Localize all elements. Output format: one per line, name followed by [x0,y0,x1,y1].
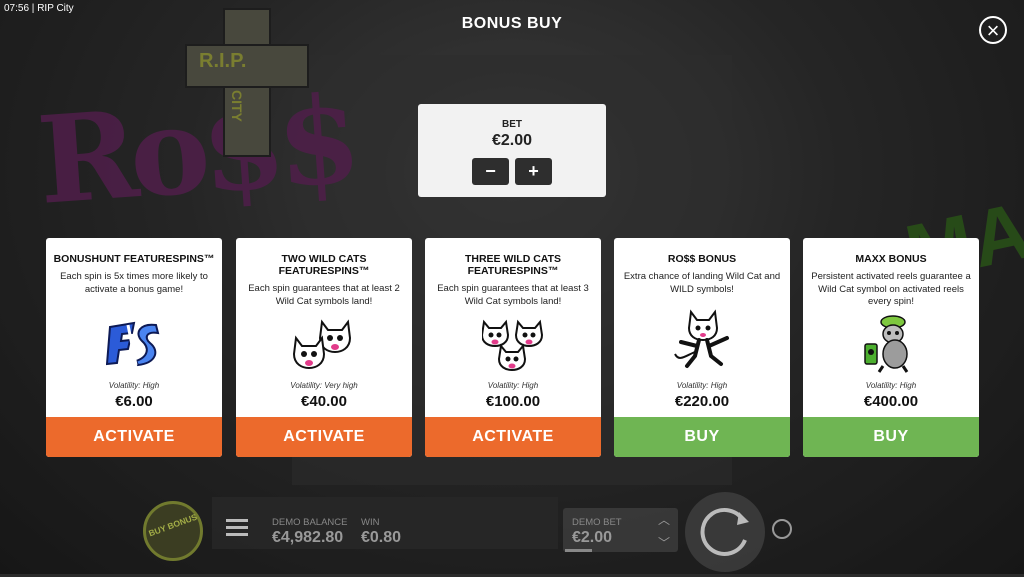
card-description: Extra chance of landing Wild Cat and WIL… [623,271,781,295]
card-title: BONUSHUNT FEATURESPINS™ [53,253,215,265]
card-description: Each spin guarantees that at least 2 Wil… [248,283,400,307]
buy-bonus-button[interactable]: BUY BONUS [143,501,203,561]
ross-cat-icon [671,308,733,375]
bet-label: BET [502,119,522,130]
activate-button[interactable]: ACTIVATE [46,417,222,457]
card-price: €100.00 [485,393,541,410]
activate-button[interactable]: ACTIVATE [425,417,601,457]
volatility-label: Volatility: High [108,381,160,390]
win-value: €0.80 [361,529,402,546]
buy-button[interactable]: BUY [614,417,790,457]
bet-value: €2.00 [491,132,533,149]
card-price: €6.00 [115,393,153,410]
card-description: Persistent activated reels guarantee a W… [811,271,971,307]
card-price: €40.00 [301,393,347,410]
card-title: RO$$ BONUS [667,253,737,265]
chevron-up-icon[interactable]: ︿ [658,511,670,528]
buy-button[interactable]: BUY [803,417,979,457]
demo-bet-label: DEMO BET [572,517,622,528]
bonus-card-bonushunt: BONUSHUNT FEATURESPINS™ Each spin is 5x … [46,238,222,457]
menu-icon[interactable] [226,519,248,537]
wild-cats-icon [292,316,356,375]
volatility-label: Volatility: High [865,381,917,390]
win-label: WIN [361,517,380,528]
status-bar: 07:56 | RIP City [4,3,74,14]
bonus-card-two-wild-cats: TWO WILD CATS FEATURESPINS™ Each spin gu… [236,238,412,457]
bonus-card-three-wild-cats: THREE WILD CATS FEATURESPINS™ Each spin … [425,238,601,457]
close-icon[interactable]: × [979,16,1007,44]
card-price: €220.00 [674,393,730,410]
balance-value: €4,982.80 [272,529,344,546]
card-price: €400.00 [863,393,919,410]
volatility-label: Volatility: Very high [290,381,358,390]
card-title: THREE WILD CATS FEATURESPINS™ [464,253,562,277]
card-description: Each spin is 5x times more likely to act… [60,271,208,295]
spin-button[interactable] [685,492,765,572]
card-title: MAXX BONUS [855,253,927,265]
wild-cats-icon [480,316,544,377]
autoplay-icon[interactable] [772,519,792,539]
spin-icon [700,507,749,556]
demo-bet-value: €2.00 [572,529,613,546]
chevron-down-icon[interactable]: ﹀ [658,534,670,551]
bonus-card-maxx: MAXX BONUS Persistent activated reels gu… [803,238,979,457]
page-title: BONUS BUY [461,15,563,32]
volatility-label: Volatility: High [676,381,728,390]
bet-increase-button[interactable]: + [515,158,552,185]
activate-button[interactable]: ACTIVATE [236,417,412,457]
balance-label: DEMO BALANCE [272,517,348,528]
maxx-rat-icon [861,314,921,379]
fs-logo-icon [105,321,162,372]
card-description: Each spin guarantees that at least 3 Wil… [437,283,589,307]
bonus-card-ross: RO$$ BONUS Extra chance of landing Wild … [614,238,790,457]
card-title: TWO WILD CATS FEATURESPINS™ [278,253,370,277]
bet-decrease-button[interactable]: − [472,158,509,185]
bet-panel: BET €2.00 − + [418,104,606,197]
bet-level-indicator [565,549,592,552]
volatility-label: Volatility: High [487,381,539,390]
